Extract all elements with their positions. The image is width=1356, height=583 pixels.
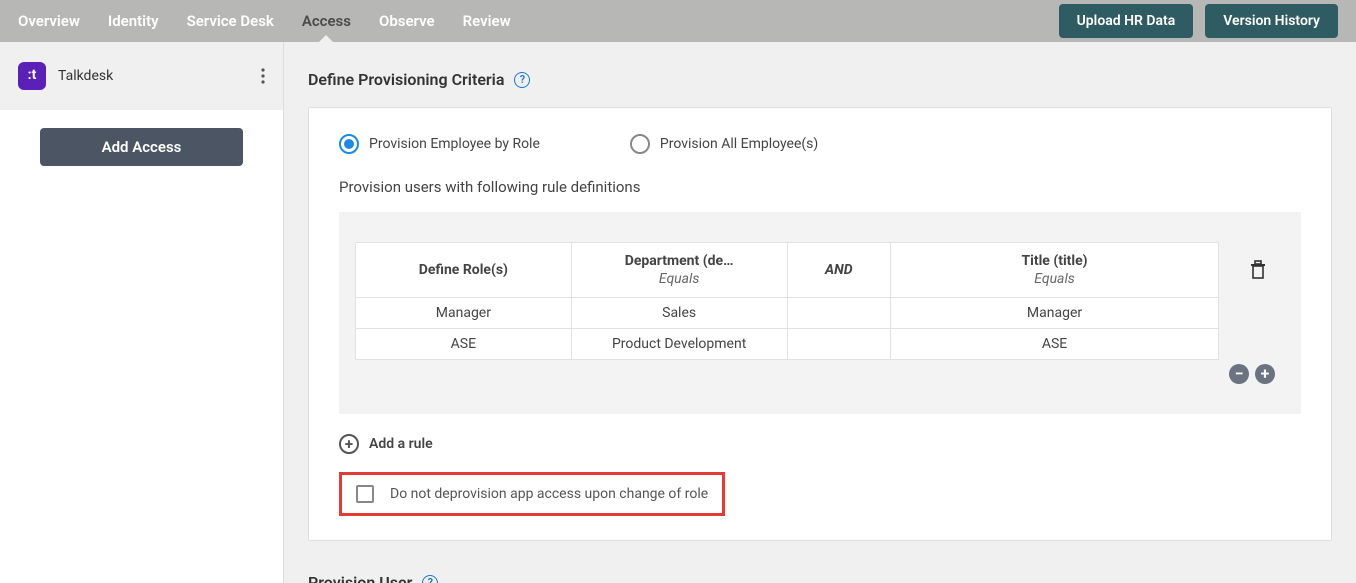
radio-all-label: Provision All Employee(s) (660, 136, 818, 152)
radio-circle-icon (630, 134, 650, 154)
tab-access[interactable]: Access (302, 0, 351, 42)
col-dept-header: Department (de… Equals (571, 243, 787, 298)
top-nav-tabs: Overview Identity Service Desk Access Ob… (18, 0, 511, 42)
cell-dept: Product Development (571, 329, 787, 360)
tab-overview[interactable]: Overview (18, 0, 80, 42)
top-nav: Overview Identity Service Desk Access Ob… (0, 0, 1356, 42)
provision-mode-radio-group: Provision Employee by Role Provision All… (339, 134, 1301, 154)
section-title-criteria-text: Define Provisioning Criteria (308, 70, 504, 89)
deprovision-checkbox[interactable] (356, 485, 374, 503)
section-title-provision-user-text: Provision User (308, 573, 412, 583)
tab-identity[interactable]: Identity (108, 0, 159, 42)
radio-provision-by-role[interactable]: Provision Employee by Role (339, 134, 540, 154)
table-row[interactable]: ASE Product Development ASE (356, 329, 1219, 360)
radio-provision-all[interactable]: Provision All Employee(s) (630, 134, 818, 154)
version-history-button[interactable]: Version History (1205, 4, 1338, 38)
kebab-menu-icon[interactable] (261, 68, 265, 84)
app-icon: :t (18, 62, 46, 90)
add-row-button[interactable]: + (1255, 364, 1275, 384)
rule-table: Define Role(s) Department (de… Equals AN… (355, 242, 1219, 360)
cell-op (787, 298, 891, 329)
cell-op (787, 329, 891, 360)
top-nav-actions: Upload HR Data Version History (1059, 4, 1338, 38)
section-title-provision-user: Provision User ? (308, 573, 1332, 583)
tab-review[interactable]: Review (463, 0, 511, 42)
rule-block: Define Role(s) Department (de… Equals AN… (339, 212, 1301, 414)
col-dept-sub: Equals (580, 271, 779, 287)
col-dept-title: Department (de… (625, 253, 734, 269)
help-icon[interactable]: ? (514, 72, 530, 88)
cell-role: ASE (356, 329, 572, 360)
col-title-header: Title (title) Equals (891, 243, 1219, 298)
trash-icon[interactable] (1249, 260, 1267, 280)
upload-hr-data-button[interactable]: Upload HR Data (1059, 4, 1194, 38)
cell-title: Manager (891, 298, 1219, 329)
sidebar-body: Add Access (0, 110, 283, 184)
tab-service-desk[interactable]: Service Desk (187, 0, 274, 42)
cell-role: Manager (356, 298, 572, 329)
deprovision-checkbox-label: Do not deprovision app access upon chang… (390, 486, 708, 502)
plus-circle-icon: + (339, 434, 359, 454)
add-access-button[interactable]: Add Access (40, 128, 243, 166)
section-title-criteria: Define Provisioning Criteria ? (308, 70, 1332, 89)
deprovision-option-highlight: Do not deprovision app access upon chang… (339, 472, 725, 516)
col-title-sub: Equals (899, 271, 1210, 287)
rule-caption: Provision users with following rule defi… (339, 178, 1301, 196)
app-name: Talkdesk (58, 68, 249, 84)
add-rule-button[interactable]: + Add a rule (339, 434, 1301, 454)
add-rule-label: Add a rule (369, 436, 433, 452)
cell-dept: Sales (571, 298, 787, 329)
criteria-card: Provision Employee by Role Provision All… (308, 107, 1332, 541)
remove-row-button[interactable]: − (1229, 364, 1249, 384)
radio-circle-selected-icon (339, 134, 359, 154)
col-operator-header: AND (787, 243, 891, 298)
help-icon[interactable]: ? (422, 575, 438, 583)
col-role-header: Define Role(s) (356, 243, 572, 298)
table-row[interactable]: Manager Sales Manager (356, 298, 1219, 329)
col-title-title: Title (title) (1021, 253, 1087, 269)
main-content: Define Provisioning Criteria ? Provision… (284, 42, 1356, 583)
radio-by-role-label: Provision Employee by Role (369, 136, 540, 152)
cell-title: ASE (891, 329, 1219, 360)
row-actions: − + (355, 360, 1285, 384)
app-icon-letter: :t (28, 67, 37, 83)
sidebar: :t Talkdesk Add Access (0, 42, 284, 583)
tab-observe[interactable]: Observe (379, 0, 435, 42)
sidebar-header: :t Talkdesk (0, 42, 283, 110)
